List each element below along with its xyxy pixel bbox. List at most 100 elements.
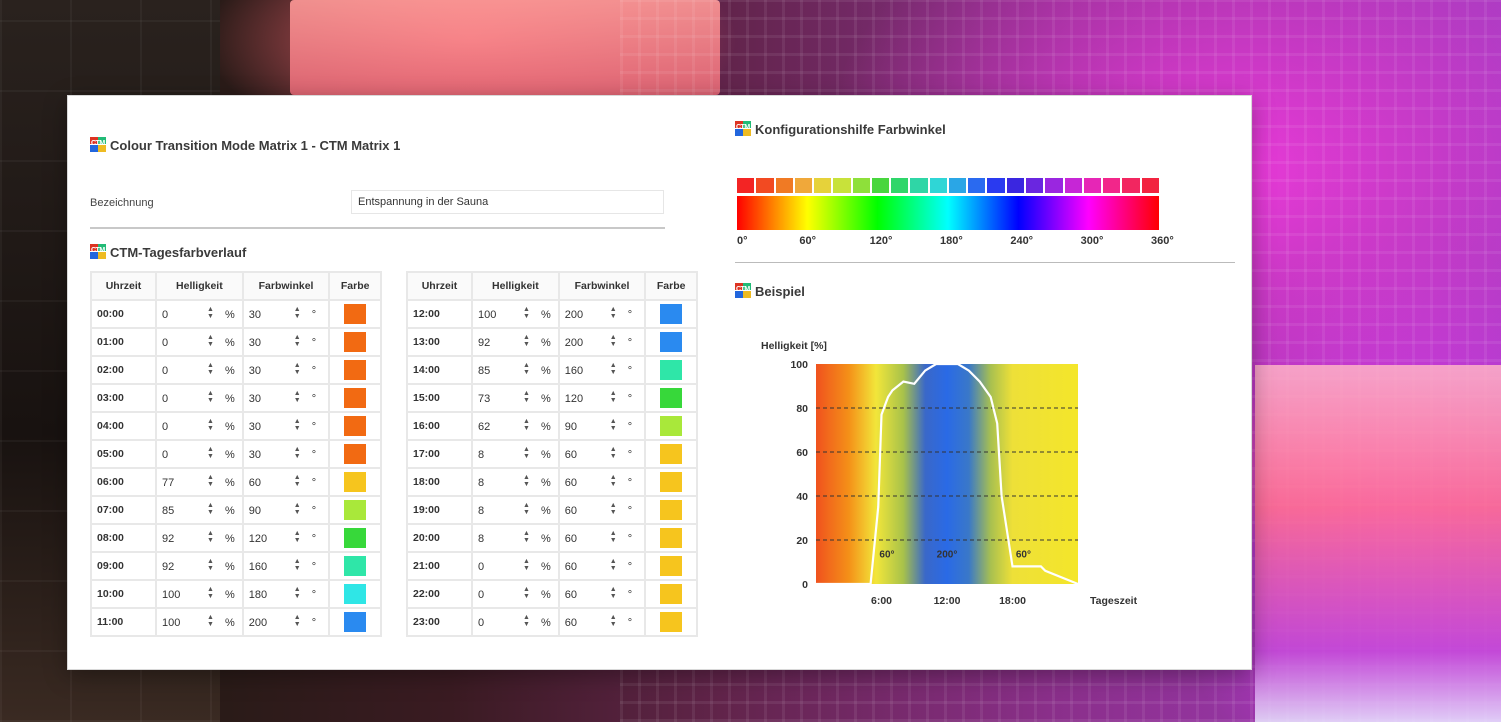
brightness-value[interactable]: 92: [162, 533, 174, 545]
brightness-stepper-icon[interactable]: ▲ ▼: [523, 558, 530, 572]
brightness-value[interactable]: 85: [162, 505, 174, 517]
brightness-stepper-icon[interactable]: ▲ ▼: [523, 334, 530, 348]
hue-stepper-icon[interactable]: ▲ ▼: [610, 502, 617, 516]
hue-stepper-icon[interactable]: ▲ ▼: [610, 530, 617, 544]
color-swatch[interactable]: [660, 304, 683, 324]
brightness-stepper-icon[interactable]: ▲ ▼: [207, 502, 214, 516]
hue-stepper-icon[interactable]: ▲ ▼: [294, 558, 301, 572]
brightness-stepper-icon[interactable]: ▲ ▼: [523, 306, 530, 320]
brightness-value[interactable]: 8: [478, 505, 484, 517]
hue-stepper-icon[interactable]: ▲ ▼: [294, 362, 301, 376]
hue-stepper-icon[interactable]: ▲ ▼: [294, 502, 301, 516]
hue-value[interactable]: 180: [249, 589, 267, 601]
brightness-stepper-icon[interactable]: ▲ ▼: [523, 390, 530, 404]
hue-value[interactable]: 200: [565, 309, 583, 321]
hue-value[interactable]: 160: [565, 365, 583, 377]
hue-stepper-icon[interactable]: ▲ ▼: [294, 586, 301, 600]
color-swatch[interactable]: [344, 528, 367, 548]
hue-stepper-icon[interactable]: ▲ ▼: [294, 446, 301, 460]
hue-value[interactable]: 30: [249, 393, 261, 405]
brightness-value[interactable]: 8: [478, 477, 484, 489]
brightness-value[interactable]: 92: [478, 337, 490, 349]
hue-stepper-icon[interactable]: ▲ ▼: [610, 390, 617, 404]
brightness-stepper-icon[interactable]: ▲ ▼: [207, 362, 214, 376]
color-swatch[interactable]: [344, 332, 367, 352]
color-swatch[interactable]: [344, 304, 367, 324]
brightness-value[interactable]: 0: [478, 561, 484, 573]
brightness-stepper-icon[interactable]: ▲ ▼: [523, 418, 530, 432]
hue-value[interactable]: 60: [565, 533, 577, 545]
color-swatch[interactable]: [660, 528, 683, 548]
hue-stepper-icon[interactable]: ▲ ▼: [294, 390, 301, 404]
brightness-stepper-icon[interactable]: ▲ ▼: [523, 446, 530, 460]
color-swatch[interactable]: [344, 444, 367, 464]
brightness-value[interactable]: 62: [478, 421, 490, 433]
brightness-value[interactable]: 77: [162, 477, 174, 489]
color-swatch[interactable]: [344, 360, 367, 380]
brightness-stepper-icon[interactable]: ▲ ▼: [207, 614, 214, 628]
brightness-value[interactable]: 0: [162, 337, 168, 349]
hue-stepper-icon[interactable]: ▲ ▼: [294, 614, 301, 628]
hue-stepper-icon[interactable]: ▲ ▼: [610, 446, 617, 460]
hue-stepper-icon[interactable]: ▲ ▼: [610, 418, 617, 432]
hue-value[interactable]: 30: [249, 309, 261, 321]
brightness-value[interactable]: 0: [478, 617, 484, 629]
brightness-value[interactable]: 0: [162, 449, 168, 461]
color-swatch[interactable]: [344, 388, 367, 408]
hue-value[interactable]: 60: [565, 561, 577, 573]
color-swatch[interactable]: [344, 556, 367, 576]
hue-stepper-icon[interactable]: ▲ ▼: [294, 418, 301, 432]
hue-stepper-icon[interactable]: ▲ ▼: [610, 306, 617, 320]
brightness-stepper-icon[interactable]: ▲ ▼: [207, 306, 214, 320]
hue-value[interactable]: 160: [249, 561, 267, 573]
hue-value[interactable]: 30: [249, 449, 261, 461]
brightness-value[interactable]: 100: [162, 589, 180, 601]
hue-stepper-icon[interactable]: ▲ ▼: [610, 474, 617, 488]
hue-stepper-icon[interactable]: ▲ ▼: [294, 334, 301, 348]
brightness-stepper-icon[interactable]: ▲ ▼: [207, 558, 214, 572]
hue-stepper-icon[interactable]: ▲ ▼: [610, 614, 617, 628]
hue-value[interactable]: 60: [565, 617, 577, 629]
hue-value[interactable]: 60: [565, 589, 577, 601]
hue-value[interactable]: 120: [249, 533, 267, 545]
name-input[interactable]: [351, 190, 664, 214]
color-swatch[interactable]: [344, 584, 367, 604]
brightness-stepper-icon[interactable]: ▲ ▼: [523, 586, 530, 600]
color-swatch[interactable]: [660, 332, 683, 352]
brightness-stepper-icon[interactable]: ▲ ▼: [207, 474, 214, 488]
hue-value[interactable]: 30: [249, 337, 261, 349]
hue-stepper-icon[interactable]: ▲ ▼: [610, 586, 617, 600]
hue-value[interactable]: 60: [565, 505, 577, 517]
color-swatch[interactable]: [660, 500, 683, 520]
color-swatch[interactable]: [344, 472, 367, 492]
hue-stepper-icon[interactable]: ▲ ▼: [294, 530, 301, 544]
color-swatch[interactable]: [660, 612, 683, 632]
color-swatch[interactable]: [660, 360, 683, 380]
brightness-value[interactable]: 100: [162, 617, 180, 629]
brightness-stepper-icon[interactable]: ▲ ▼: [207, 446, 214, 460]
hue-stepper-icon[interactable]: ▲ ▼: [610, 558, 617, 572]
brightness-stepper-icon[interactable]: ▲ ▼: [207, 334, 214, 348]
hue-stepper-icon[interactable]: ▲ ▼: [294, 306, 301, 320]
brightness-value[interactable]: 0: [162, 421, 168, 433]
color-swatch[interactable]: [660, 584, 683, 604]
hue-stepper-icon[interactable]: ▲ ▼: [294, 474, 301, 488]
brightness-stepper-icon[interactable]: ▲ ▼: [523, 530, 530, 544]
brightness-stepper-icon[interactable]: ▲ ▼: [207, 586, 214, 600]
brightness-stepper-icon[interactable]: ▲ ▼: [207, 390, 214, 404]
brightness-value[interactable]: 8: [478, 449, 484, 461]
hue-value[interactable]: 30: [249, 421, 261, 433]
hue-value[interactable]: 60: [565, 477, 577, 489]
brightness-value[interactable]: 0: [162, 365, 168, 377]
brightness-stepper-icon[interactable]: ▲ ▼: [207, 530, 214, 544]
hue-stepper-icon[interactable]: ▲ ▼: [610, 362, 617, 376]
brightness-stepper-icon[interactable]: ▲ ▼: [523, 362, 530, 376]
color-swatch[interactable]: [660, 388, 683, 408]
brightness-stepper-icon[interactable]: ▲ ▼: [523, 474, 530, 488]
brightness-value[interactable]: 0: [162, 309, 168, 321]
hue-value[interactable]: 200: [249, 617, 267, 629]
color-swatch[interactable]: [344, 500, 367, 520]
hue-value[interactable]: 30: [249, 365, 261, 377]
brightness-value[interactable]: 8: [478, 533, 484, 545]
color-swatch[interactable]: [660, 416, 683, 436]
